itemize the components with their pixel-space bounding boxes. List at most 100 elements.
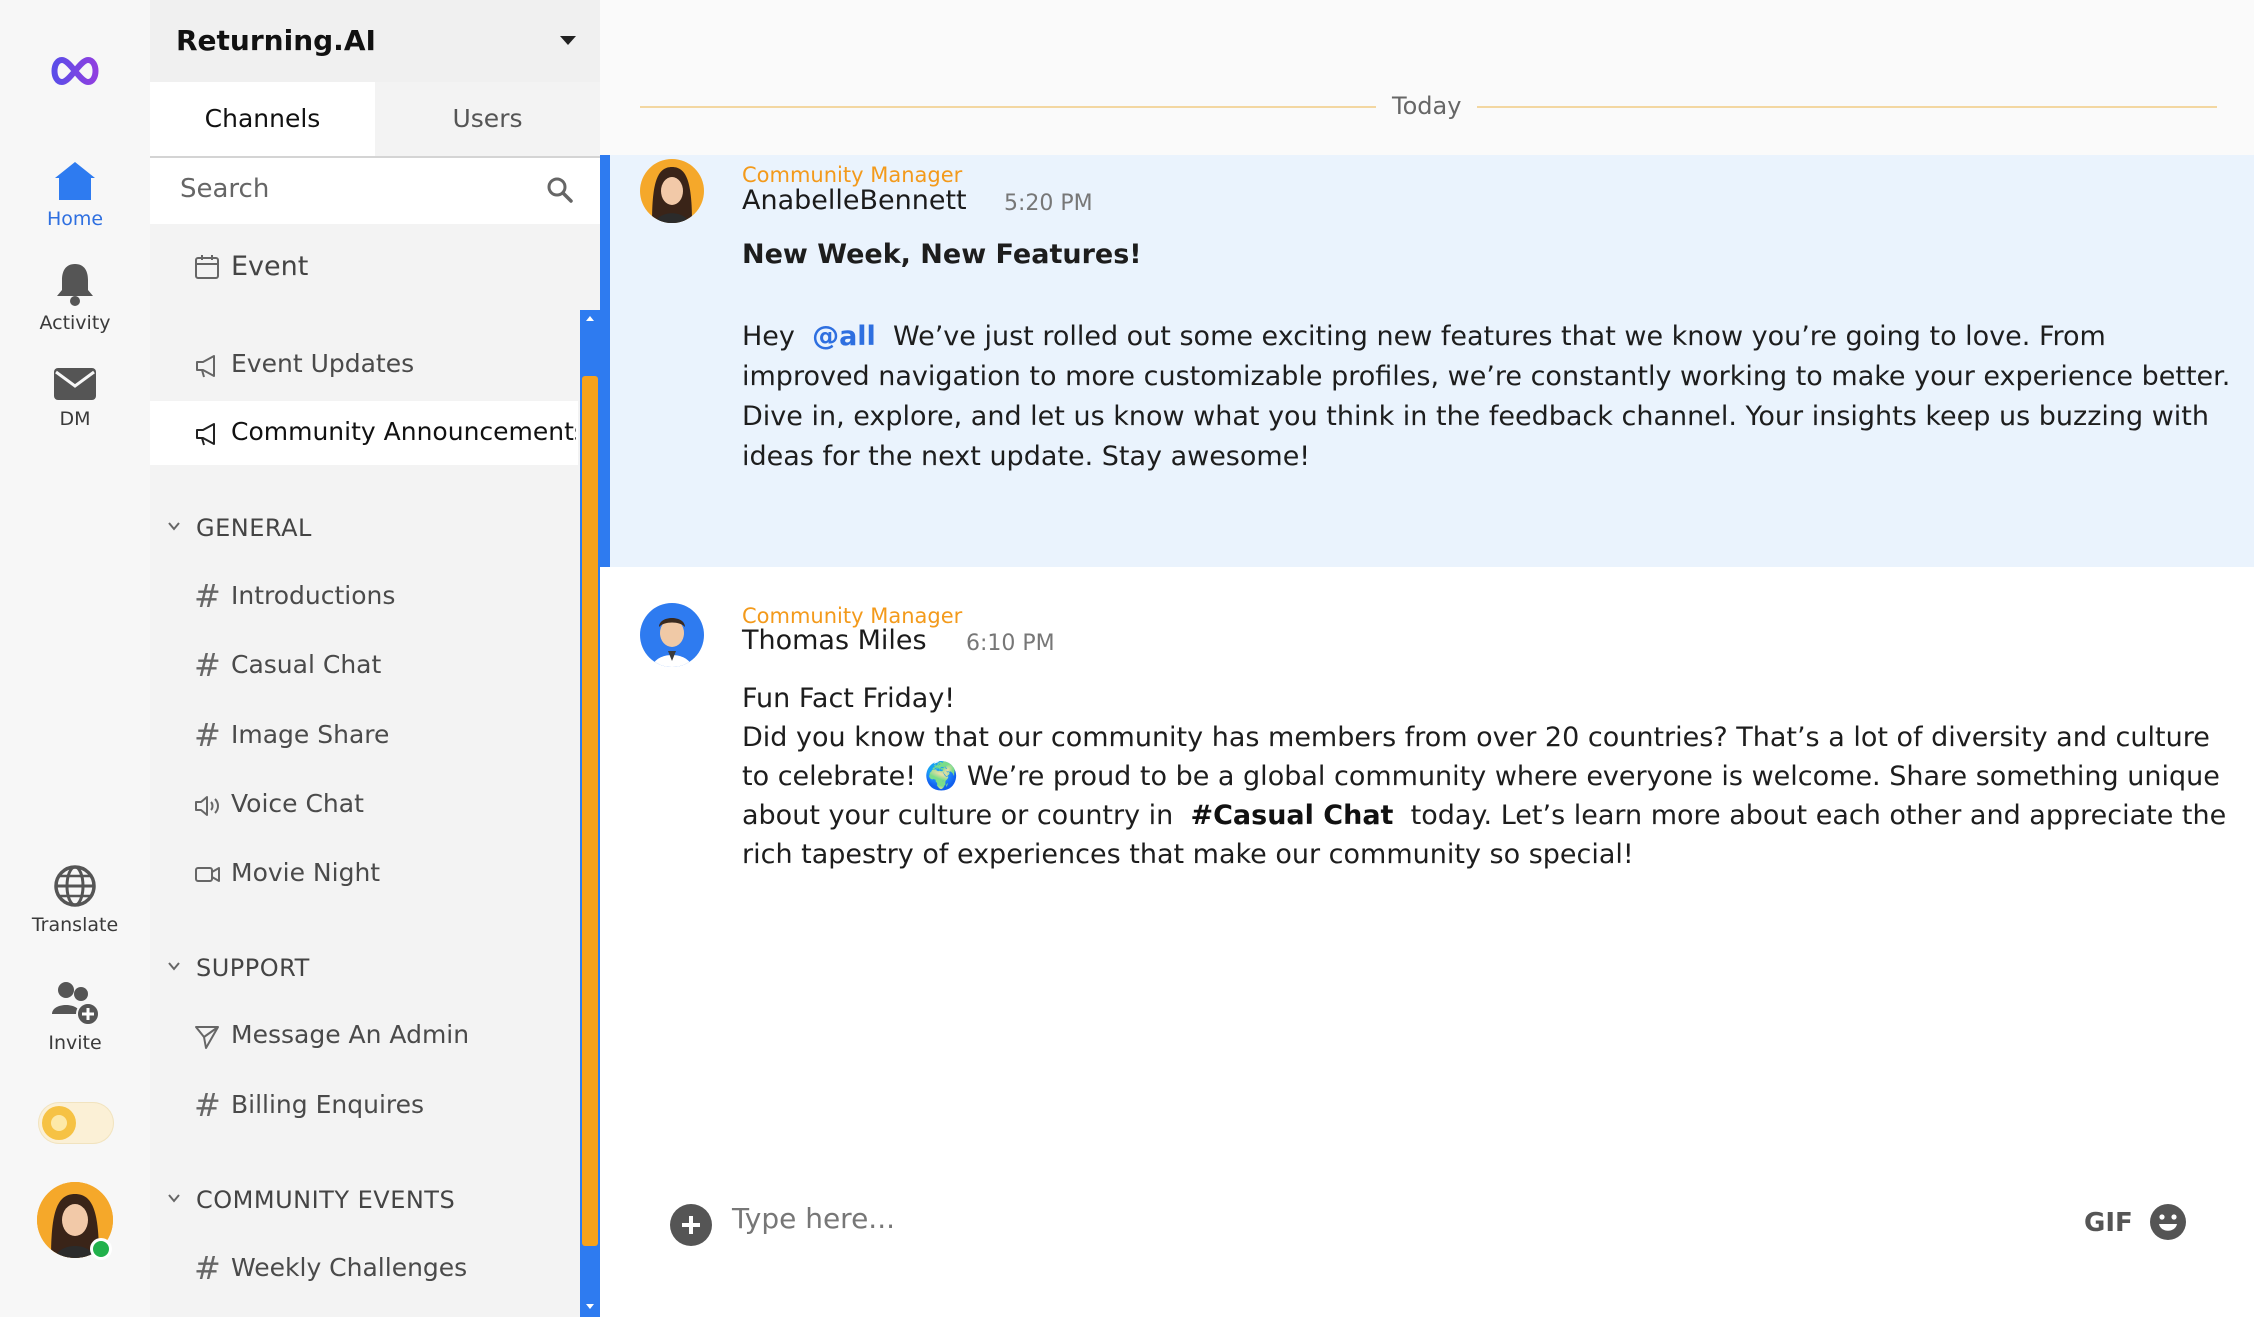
- channel-image-share[interactable]: # Image Share: [150, 704, 578, 768]
- group-community-events[interactable]: COMMUNITY EVENTS: [150, 1178, 578, 1222]
- chevron-down-icon: [168, 522, 180, 531]
- mail-icon: [54, 368, 96, 400]
- channel-voice-chat[interactable]: Voice Chat: [150, 773, 578, 837]
- date-divider: Today: [1392, 92, 1462, 120]
- message-input[interactable]: Type here...: [732, 1202, 1932, 1250]
- channel-message-an-admin[interactable]: Message An Admin: [150, 1004, 578, 1068]
- calendar-icon: [195, 255, 219, 279]
- search-placeholder: Search: [180, 174, 270, 204]
- event-section-header[interactable]: Event: [150, 236, 578, 300]
- channel-name: Event Updates: [231, 349, 415, 378]
- author-role: Community Manager: [742, 163, 963, 187]
- message-time: 5:20 PM: [1004, 191, 1093, 216]
- channel-weekly-challenges[interactable]: # Weekly Challenges: [150, 1237, 578, 1301]
- chat-topbar: Today: [600, 0, 2254, 155]
- hash-icon: #: [194, 716, 221, 754]
- channel-introductions[interactable]: # Introductions: [150, 565, 578, 629]
- author-avatar[interactable]: [640, 159, 704, 223]
- channel-name: Message An Admin: [231, 1020, 470, 1049]
- hash-icon: #: [194, 1249, 221, 1287]
- channel-movie-night[interactable]: Movie Night: [150, 842, 578, 906]
- globe-emoji-icon: 🌍: [924, 761, 959, 792]
- rail-activity[interactable]: Activity: [0, 262, 150, 334]
- globe-icon: [54, 865, 96, 907]
- message-title: New Week, New Features!: [742, 239, 1142, 270]
- channel-casual-chat[interactable]: # Casual Chat: [150, 634, 578, 698]
- rail-invite[interactable]: Invite: [0, 980, 150, 1054]
- message-body: New Week, New Features! Hey @all We’ve j…: [742, 235, 2232, 477]
- tab-users[interactable]: Users: [375, 82, 600, 157]
- channel-billing-enquires[interactable]: # Billing Enquires: [150, 1074, 578, 1138]
- gif-button[interactable]: GIF: [2084, 1208, 2133, 1238]
- rail-home[interactable]: Home: [0, 160, 150, 230]
- message-text: Hey @all We’ve just rolled out some exci…: [742, 317, 2232, 477]
- message[interactable]: Community Manager AnabelleBennett 5:20 P…: [600, 155, 2254, 567]
- speaker-icon: [195, 796, 219, 816]
- author-name[interactable]: AnabelleBennett: [742, 185, 967, 216]
- add-users-icon: [52, 982, 100, 1026]
- add-attachment-button[interactable]: [670, 1204, 712, 1246]
- channel-panel: Returning.AI Channels Users Search Event…: [150, 0, 600, 1317]
- search-icon[interactable]: [546, 176, 574, 204]
- hash-icon: #: [194, 577, 221, 615]
- chevron-down-icon: [168, 962, 180, 971]
- scrollbar-thumb[interactable]: [582, 376, 598, 1246]
- mention-all[interactable]: @all: [812, 321, 876, 352]
- rail-activity-label: Activity: [39, 312, 111, 334]
- hash-icon: #: [194, 646, 221, 684]
- author-avatar-image: [640, 159, 704, 223]
- scroll-up-arrow-icon[interactable]: [585, 314, 595, 322]
- rail-home-label: Home: [46, 208, 104, 230]
- message-composer: Type here... GIF: [660, 1186, 2200, 1266]
- group-general[interactable]: GENERAL: [150, 506, 578, 550]
- group-name: GENERAL: [196, 514, 312, 542]
- caret-down-icon[interactable]: [560, 36, 576, 45]
- video-icon: [195, 867, 220, 882]
- message-body: Fun Fact Friday! Did you know that our c…: [742, 679, 2232, 874]
- send-icon: [195, 1026, 219, 1049]
- chat-area: Today Community Manager AnabelleBennett …: [600, 0, 2254, 1317]
- channel-name: Introductions: [231, 581, 396, 610]
- megaphone-icon: [196, 423, 215, 446]
- workspace-header[interactable]: Returning.AI: [150, 0, 600, 82]
- message-time: 6:10 PM: [966, 631, 1055, 656]
- chevron-down-icon: [168, 1194, 180, 1203]
- hash-icon: #: [194, 1086, 221, 1124]
- group-name: COMMUNITY EVENTS: [196, 1186, 456, 1214]
- channel-name: Image Share: [231, 720, 390, 749]
- channel-mention[interactable]: #Casual Chat: [1190, 800, 1393, 831]
- channel-name: Billing Enquires: [231, 1090, 425, 1119]
- rail-translate[interactable]: Translate: [0, 864, 150, 936]
- search-input[interactable]: Search: [150, 158, 600, 224]
- theme-toggle[interactable]: [38, 1102, 114, 1144]
- tab-channels[interactable]: Channels: [150, 82, 375, 157]
- workspace-name: Returning.AI: [176, 24, 376, 57]
- message-content: We’ve just rolled out some exciting new …: [742, 321, 2231, 472]
- online-status-dot: [90, 1238, 112, 1260]
- author-avatar-image: [640, 603, 704, 667]
- scroll-down-arrow-icon[interactable]: [585, 1303, 595, 1311]
- message-title: Fun Fact Friday!: [742, 683, 956, 714]
- panel-tabs: Channels Users: [150, 82, 600, 157]
- date-divider-line: [1477, 106, 2217, 108]
- channel-name: Movie Night: [231, 858, 381, 887]
- megaphone-icon: [196, 355, 215, 378]
- group-support[interactable]: SUPPORT: [150, 946, 578, 990]
- home-icon: [55, 162, 95, 200]
- infinity-logo[interactable]: [48, 54, 102, 88]
- app-rail: Home Activity DM Translate Invite: [0, 0, 150, 1317]
- author-name[interactable]: Thomas Miles: [742, 625, 927, 656]
- group-name: SUPPORT: [196, 954, 310, 982]
- rail-dm[interactable]: DM: [0, 366, 150, 430]
- channel-community-announcements[interactable]: Community Announcements: [150, 401, 578, 465]
- bell-icon: [57, 264, 93, 306]
- message[interactable]: Community Manager Thomas Miles 6:10 PM F…: [600, 567, 2254, 897]
- emoji-icon[interactable]: [2148, 1202, 2188, 1242]
- channel-name: Casual Chat: [231, 650, 382, 679]
- rail-invite-label: Invite: [48, 1032, 102, 1054]
- channel-name: Weekly Challenges: [231, 1253, 468, 1282]
- message-greeting: Hey: [742, 321, 795, 352]
- channel-event-updates[interactable]: Event Updates: [150, 333, 578, 397]
- event-section-label: Event: [231, 251, 309, 282]
- author-avatar[interactable]: [640, 603, 704, 667]
